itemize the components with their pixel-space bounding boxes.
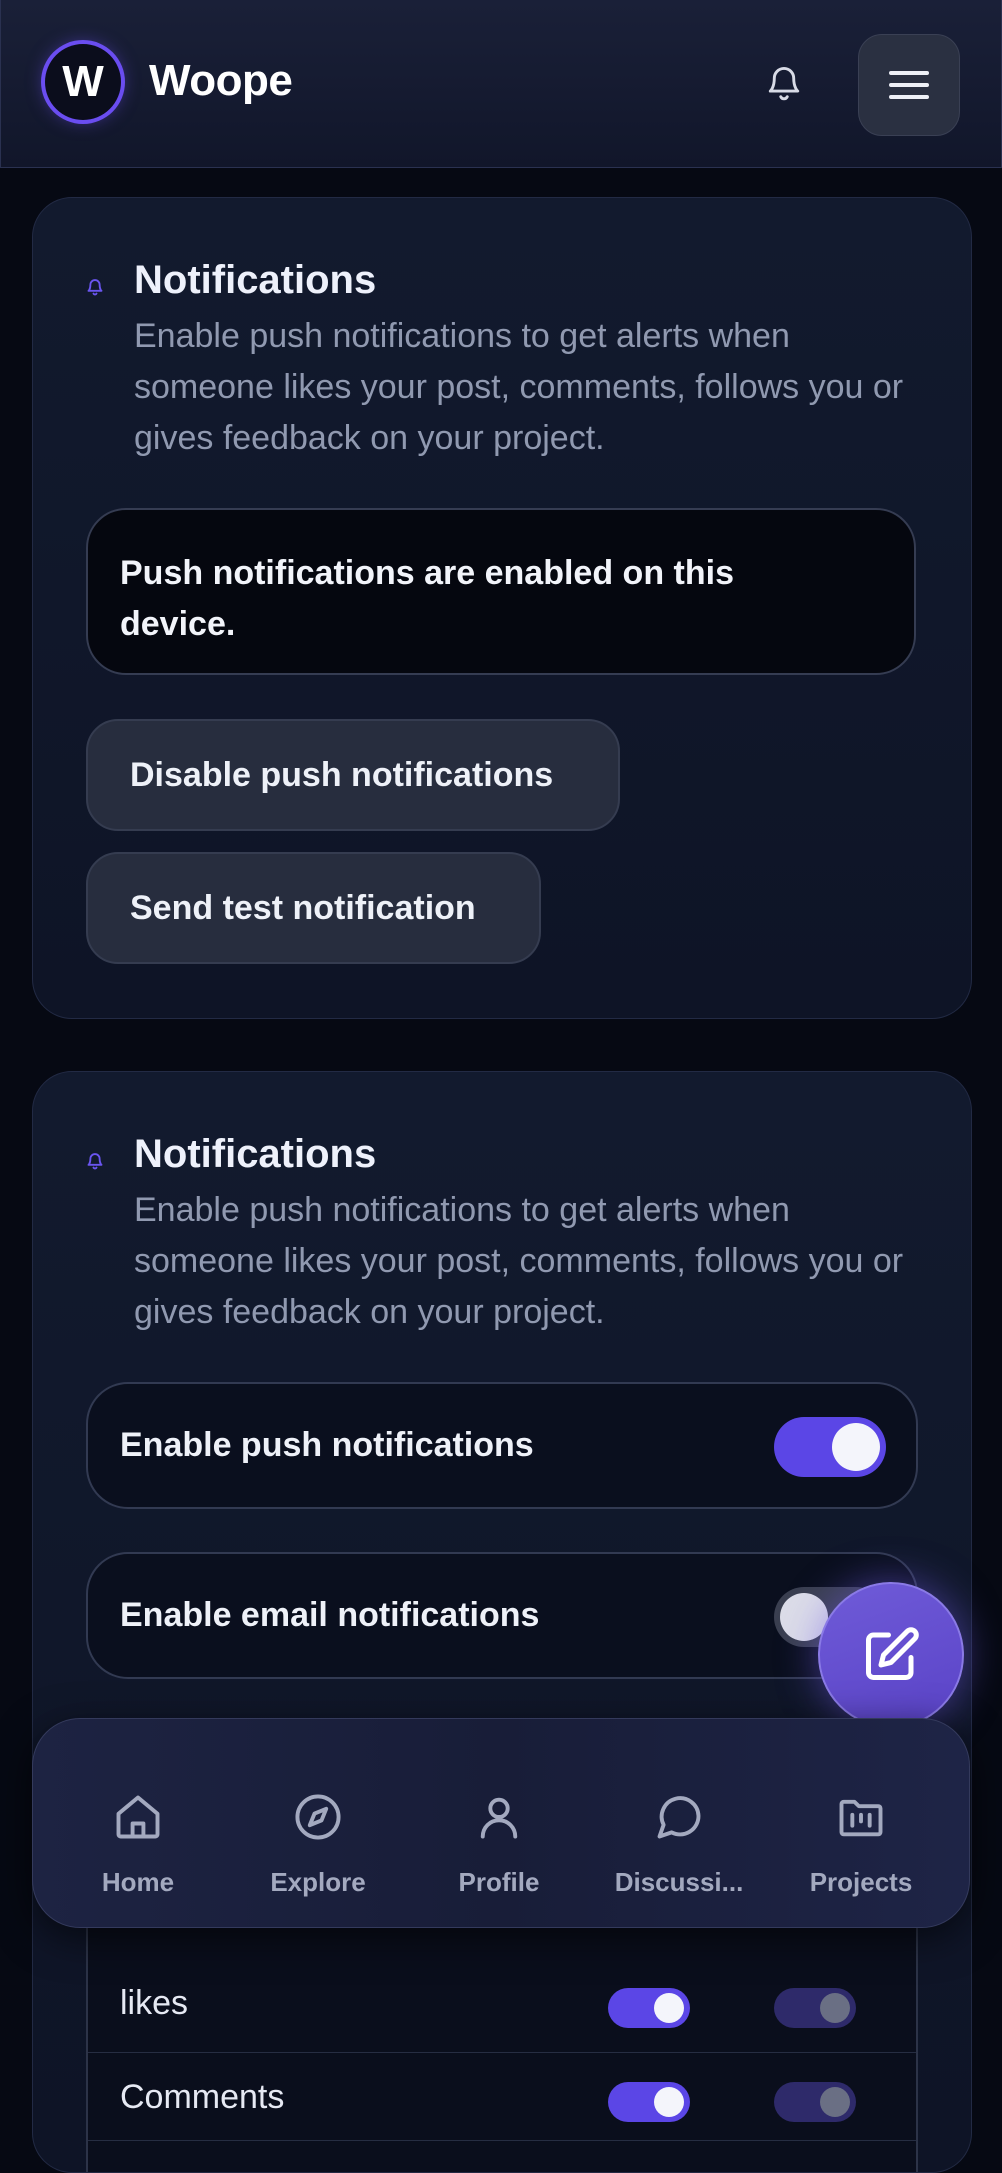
nav-item-explore[interactable]: Explore <box>228 1719 408 1929</box>
push-toggle-row: Enable push notifications <box>86 1382 918 1509</box>
compose-button[interactable] <box>818 1582 964 1728</box>
disable-push-button[interactable]: Disable push notifications <box>86 719 620 831</box>
user-icon <box>480 1797 518 1839</box>
folder-icon <box>839 1799 883 1837</box>
bell-icon <box>768 67 800 101</box>
comments-push-toggle[interactable] <box>608 2082 690 2122</box>
toggle-knob <box>654 2087 684 2117</box>
email-toggle-row: Enable email notifications <box>86 1552 918 1679</box>
nav-label: Profile <box>458 1867 540 1897</box>
brand-name: Woope <box>149 56 293 105</box>
logo-letter: W <box>62 57 104 106</box>
menu-button[interactable] <box>858 34 960 136</box>
toggle-knob <box>820 1993 850 2023</box>
nav-label: Projects <box>809 1867 913 1897</box>
card-title: Notifications <box>134 258 377 302</box>
push-notifications-card: Notifications Enable push notifications … <box>32 197 972 1019</box>
chat-bubble-icon <box>657 1796 701 1839</box>
nav-item-home[interactable]: Home <box>48 1719 228 1929</box>
card-title: Notifications <box>134 1132 377 1176</box>
preference-label: Comments <box>120 2078 285 2116</box>
toggle-knob <box>832 1423 880 1471</box>
table-row: Comments <box>88 2052 916 2141</box>
notifications-button[interactable] <box>757 56 811 110</box>
bell-icon <box>87 279 103 296</box>
toggle-knob <box>654 1993 684 2023</box>
send-test-notification-button[interactable]: Send test notification <box>86 852 541 964</box>
compass-icon <box>295 1794 341 1840</box>
likes-push-toggle[interactable] <box>608 1988 690 2028</box>
table-row: likes <box>88 1964 916 2053</box>
card-description: Enable push notifications to get alerts … <box>134 1191 904 1331</box>
card-description: Enable push notifications to get alerts … <box>134 317 904 457</box>
toggle-knob <box>820 2087 850 2117</box>
likes-email-toggle[interactable] <box>774 1988 856 2028</box>
nav-item-projects[interactable]: Projects <box>771 1719 951 1929</box>
app-header: W Woope <box>0 0 1002 168</box>
nav-label: Home <box>101 1867 175 1897</box>
edit-icon <box>866 1627 919 1680</box>
bell-icon <box>87 1153 103 1170</box>
push-toggle-label: Enable push notifications <box>120 1426 534 1464</box>
hamburger-menu-icon <box>889 71 929 99</box>
preference-label: likes <box>120 1984 189 2022</box>
nav-item-discussions[interactable]: Discussi... <box>589 1719 769 1929</box>
comments-email-toggle[interactable] <box>774 2082 856 2122</box>
home-icon <box>116 1795 160 1839</box>
logo[interactable]: W <box>45 44 121 120</box>
push-status-text: Push notifications are enabled on this d… <box>120 554 734 643</box>
email-toggle-label: Enable email notifications <box>120 1596 540 1634</box>
nav-label: Explore <box>270 1867 366 1897</box>
push-status-message: Push notifications are enabled on this d… <box>86 508 916 675</box>
nav-item-profile[interactable]: Profile <box>409 1719 589 1929</box>
nav-label: Discussi... <box>614 1867 744 1897</box>
bottom-navigation: Home Explore Profile Discussi... Project… <box>32 1718 970 1928</box>
push-notifications-toggle[interactable] <box>774 1417 886 1477</box>
